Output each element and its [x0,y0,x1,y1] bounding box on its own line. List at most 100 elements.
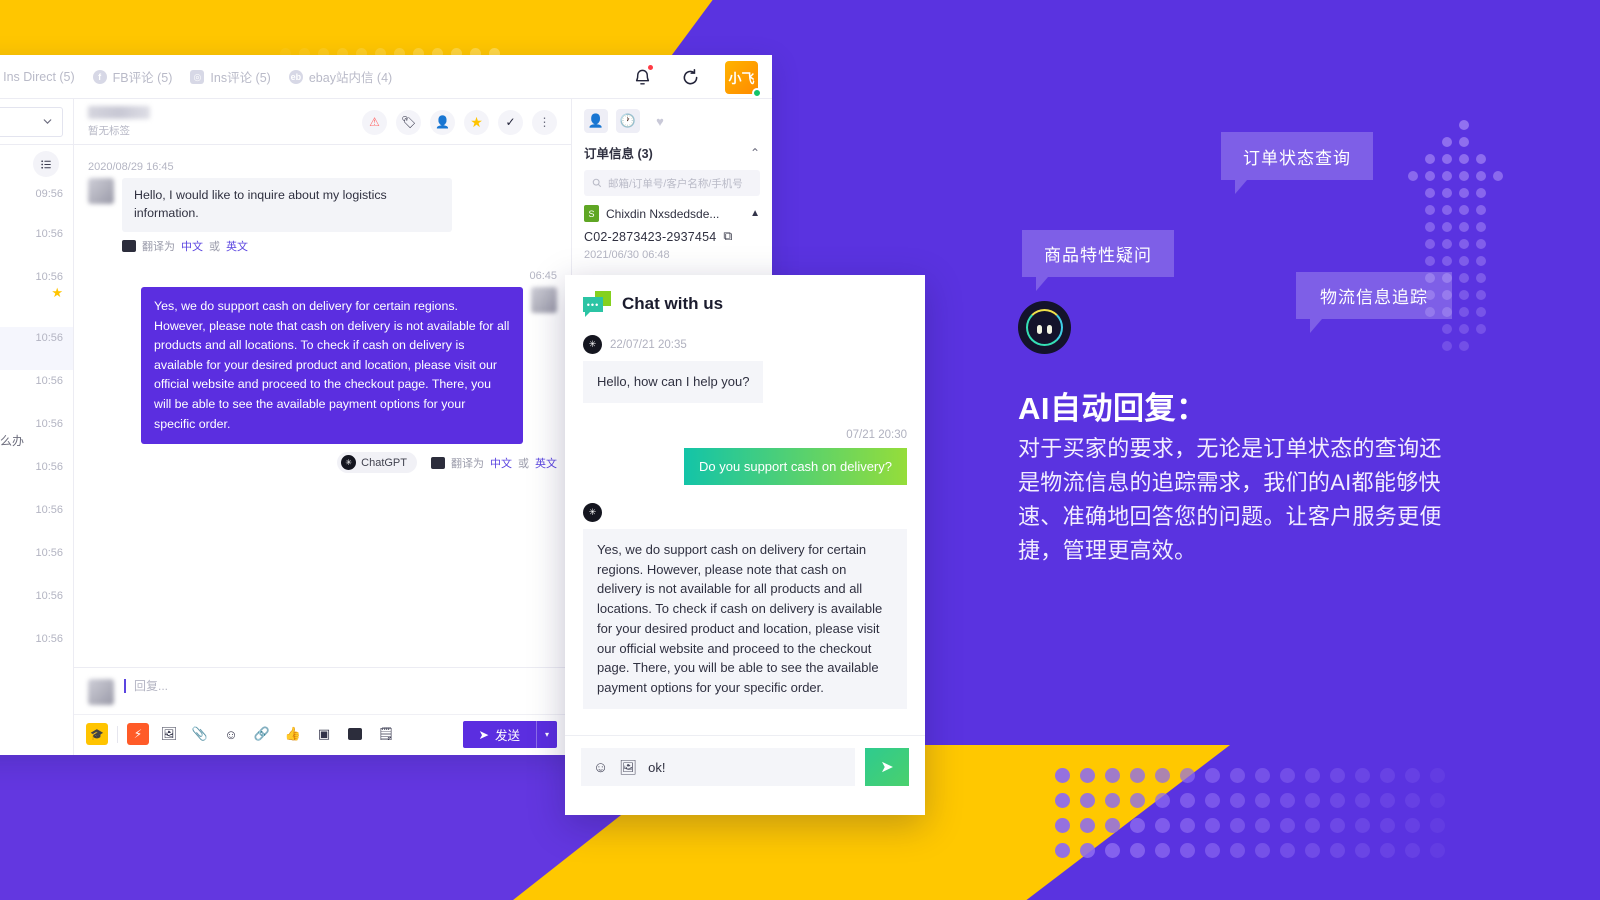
collapse-order-icon[interactable]: ▲ [750,208,760,219]
list-item-row: 么办 [0,344,63,363]
send-button[interactable]: ➤ 发送 [462,721,536,748]
notification-dot [648,65,653,70]
chatgpt-icon: ✳ [583,335,602,354]
message-timestamp: 2020/08/29 16:45 [88,161,174,173]
star-icon[interactable]: ★ [51,285,63,301]
list-item-time: 10:56 [35,418,63,430]
list-item[interactable]: 10:56么办 [0,327,73,370]
copy-icon[interactable]: ⧉ [723,229,732,244]
warning-icon[interactable]: ⚠ [362,109,387,135]
thumbs-up-icon[interactable]: 👍 [282,723,304,745]
notifications-bell-icon[interactable] [629,64,655,90]
avatar [88,178,114,204]
list-item-time: 10:56 [35,375,63,387]
list-item-row: 就这么办 [0,240,63,259]
note-icon[interactable]: 🗒 [375,723,397,745]
resolve-check-icon[interactable]: ✓ [498,109,523,135]
tab-ins-comments-label: Ins评论 (5) [210,71,271,85]
more-options-icon[interactable]: ⋮ [532,109,557,135]
chat-widget-footer: ☺ 🖼 ok! ➤ [565,735,925,798]
list-item[interactable]: 10:56就这么办★+ 6 [0,266,73,327]
translate-icon[interactable] [344,723,366,745]
user-avatar[interactable]: 小飞 [725,60,762,98]
avatar [531,286,557,313]
order-info-title: 订单信息 (3) [584,147,653,161]
tab-ins-direct[interactable]: ➤ Ins Direct (5) [0,70,75,84]
list-item-row: 这么办 [0,602,63,621]
tab-fb-comments[interactable]: f FB评论 (5) [92,67,172,86]
order-search-input[interactable]: 邮箱/订单号/客户名称/手机号 [584,170,760,196]
list-item-row: 这么办 [0,387,63,406]
list-item[interactable]: 10:56就这么办 [0,223,73,266]
list-item-row: ago ... [0,200,63,216]
tab-ebay-messages[interactable]: eb ebay站内信 (4) [288,67,393,86]
list-item[interactable]: 10:56 事情就这么办 [0,413,73,456]
chat-send-button[interactable]: ➤ [865,748,909,786]
rail-list-toggle[interactable] [0,145,73,183]
translate-row-incoming: 翻译为 中文 或 英文 [122,238,557,254]
refresh-icon[interactable] [677,64,703,90]
list-item-row: 这么办 [0,645,63,664]
quick-reply-icon[interactable]: ⚡ [127,723,149,745]
translate-to-english-link[interactable]: 英文 [226,238,248,254]
reply-input[interactable]: 回复... [124,679,168,693]
emoji-icon[interactable]: ☺ [220,723,242,745]
message-timestamp-outgoing: 06:45 [529,269,557,282]
attachment-icon[interactable]: 📎 [189,723,211,745]
send-icon: ➤ [880,759,894,776]
send-group: ➤ 发送 ▾ [462,721,557,748]
list-item-time: 10:56 [35,332,63,344]
chat-widget-header: ••• Chat with us [565,275,925,325]
promo-bubble-logistics-tracking: 物流信息追踪 [1296,272,1452,333]
list-item[interactable]: 09:56ago ... [0,183,73,223]
chat-bubble-bot-2: Yes, we do support cash on delivery for … [583,528,907,709]
tag-icon[interactable]: 🏷 [396,109,421,135]
translate-label: 翻译为 [451,457,484,470]
bot-message-meta: ✳ 22/07/21 20:35 [583,335,907,354]
order-number-row: C02-2873423-2937454 ⧉ [584,229,760,244]
list-item[interactable]: 10:56这么办 [0,585,73,628]
translate-to-chinese-link[interactable]: 中文 [490,455,512,471]
list-item-row: 就这么办★ [0,283,63,302]
chevron-up-icon[interactable]: ⌃ [750,146,760,160]
star-icon[interactable]: ★ [464,109,489,135]
image-icon[interactable]: 🖼 [619,759,637,776]
conversation-panel: 暂无标签 ⚠ 🏷 👤 ★ ✓ ⋮ 2020/08/29 16:45 Hello,… [74,99,572,755]
chat-logo-dots: ••• [583,297,603,317]
message-row-outgoing: Yes, we do support cash on delivery for … [88,286,557,445]
knowledge-base-icon[interactable]: 🎓 [86,723,108,745]
message-list: 2020/08/29 16:45 Hello, I would like to … [74,145,571,667]
link-icon[interactable]: 🔗 [251,723,273,745]
composer-input-row[interactable]: 回复... [74,668,571,714]
translate-to-english-link[interactable]: 英文 [535,455,557,471]
ebay-icon: eb [288,69,303,84]
translate-to-chinese-link[interactable]: 中文 [181,238,203,254]
assign-user-icon[interactable]: 👤 [430,109,455,135]
image-icon[interactable]: 🖼 [158,723,180,745]
video-icon[interactable]: ▣ [313,723,335,745]
translate-row-outgoing: ✳ ChatGPT 翻译为 中文 或 英文 [88,452,557,474]
list-item-row: 这么办 [0,559,63,578]
divider [117,725,118,743]
message-row-incoming: Hello, I would like to inquire about my … [88,178,557,232]
filter-dropdown[interactable] [0,106,63,137]
list-item[interactable]: 10:56这么办 [0,456,73,499]
list-item[interactable]: 10:56这么办 [0,370,73,413]
tab-ins-comments[interactable]: ◎ Ins评论 (5) [190,67,271,86]
chat-message-input[interactable]: ☺ 🖼 ok! [581,748,855,786]
composer: 回复... 🎓 ⚡ 🖼 📎 ☺ 🔗 👍 ▣ 🗒 ➤ 发送 ▾ [74,667,571,755]
list-item[interactable]: 10:56这么办 [0,628,73,671]
emoji-icon[interactable]: ☺ [593,759,608,776]
order-info-section-header[interactable]: 订单信息 (3) ⌃ [572,139,772,162]
list-item[interactable]: 10:56这么办 [0,542,73,585]
customer-tab[interactable]: 👤 [584,109,608,133]
list-item[interactable]: 10:56这么办 [0,499,73,542]
crm-header-actions: 小飞 [629,55,762,99]
send-options-caret[interactable]: ▾ [536,721,557,748]
promo-paragraph: 对于买家的要求，无论是订单状态的查询还是物流信息的追踪需求，我们的AI都能够快速… [1018,436,1442,564]
tab-ebay-messages-label: ebay站内信 (4) [308,71,393,85]
vip-tab[interactable]: ♥ [648,109,672,133]
conversation-list[interactable]: 09:56ago ...10:56就这么办10:56就这么办★+ 610:56么… [0,183,73,671]
list-item-time: 10:56 [35,590,63,602]
history-tab[interactable]: 🕐 [616,109,640,133]
